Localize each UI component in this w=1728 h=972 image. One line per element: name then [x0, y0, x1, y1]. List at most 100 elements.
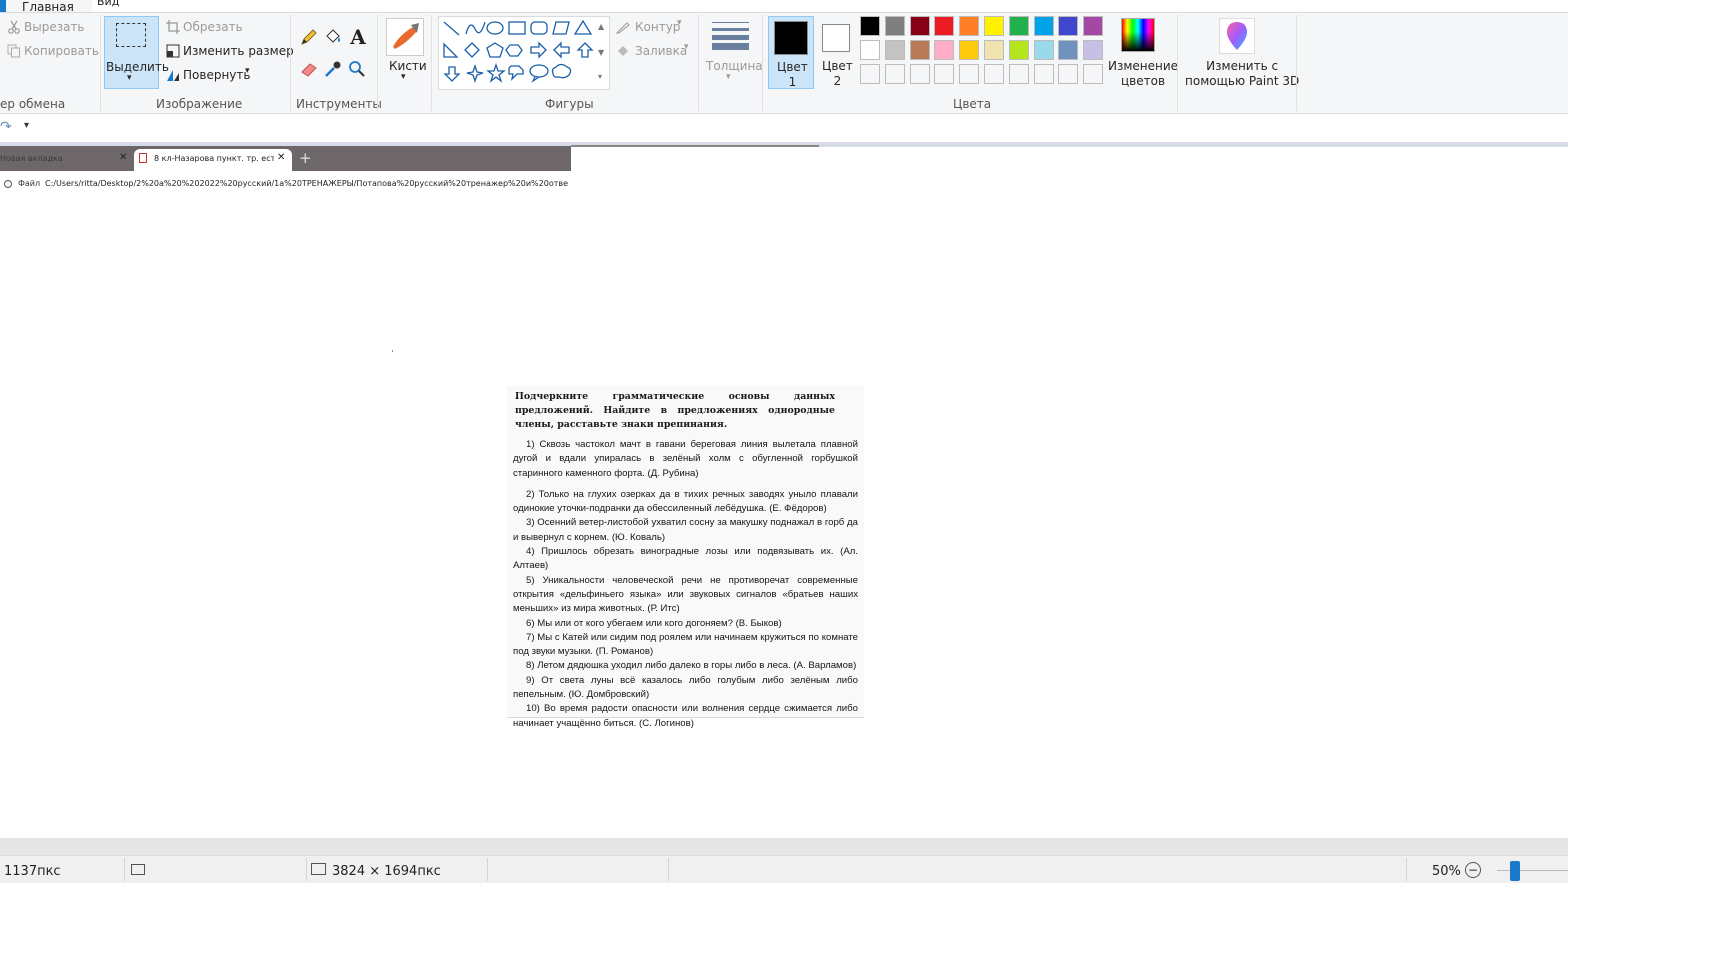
divider — [306, 858, 307, 881]
zoom-slider-thumb[interactable] — [1509, 861, 1520, 881]
eraser-icon[interactable] — [299, 59, 319, 79]
palette-custom-slot[interactable] — [860, 64, 880, 84]
palette-swatch[interactable] — [1008, 40, 1029, 60]
select-label: Выделить — [106, 60, 169, 74]
palette-swatch[interactable] — [1033, 16, 1054, 36]
palette-custom-slot[interactable] — [1033, 64, 1054, 84]
palette-swatch[interactable] — [934, 16, 955, 36]
svg-text:▲: ▲ — [598, 22, 605, 31]
zoom-out-icon[interactable]: − — [1465, 862, 1481, 878]
paint3d-button[interactable]: Изменить с помощью Paint 3D — [1183, 16, 1299, 89]
tab-home[interactable]: Главная — [0, 0, 92, 13]
zoom-slider-track[interactable] — [1497, 870, 1568, 871]
thickness-line-icon — [712, 35, 749, 40]
palette-swatch[interactable] — [1083, 16, 1104, 36]
divider — [1406, 858, 1407, 881]
outline-icon — [615, 19, 631, 35]
fill-bucket-icon[interactable] — [323, 27, 343, 47]
color-palette — [860, 16, 1108, 90]
palette-swatch[interactable] — [934, 40, 955, 60]
exercise-item: 10) Во время радости опасности или волне… — [513, 703, 858, 729]
palette-swatch[interactable] — [909, 16, 930, 36]
cut-button[interactable]: Вырезать — [24, 20, 85, 34]
fill-chevron-icon: ▾ — [684, 42, 689, 52]
browser-tab[interactable]: Новая вкладка ✕ — [0, 149, 130, 171]
palette-swatch[interactable] — [1083, 40, 1104, 60]
shapes-group-label: Фигуры — [545, 97, 594, 111]
paint3d-icon — [1219, 18, 1255, 54]
resize-button[interactable]: Изменить размер — [183, 44, 294, 58]
color2-button[interactable]: Цвет 2 — [818, 16, 856, 89]
shapes-gallery[interactable]: ▲ ▼ ▾ — [438, 16, 610, 90]
document-excerpt: Подчеркните грамматические основы данных… — [507, 386, 864, 729]
scissors-icon — [6, 19, 22, 35]
palette-swatch[interactable] — [984, 40, 1004, 60]
palette-swatch[interactable] — [860, 16, 880, 36]
divider — [1177, 15, 1178, 111]
exercise-item: 3) Осенний ветер-листобой ухватил сосну … — [513, 517, 858, 543]
copy-button[interactable]: Копировать — [24, 44, 99, 58]
close-icon[interactable]: ✕ — [277, 152, 285, 163]
palette-swatch[interactable] — [1058, 40, 1079, 60]
color1-swatch — [774, 21, 808, 55]
divider — [487, 858, 488, 881]
palette-custom-slot[interactable] — [984, 64, 1004, 84]
palette-custom-slot[interactable] — [1083, 64, 1104, 84]
quick-access-toolbar: ↷ ▾ — [0, 114, 1568, 142]
palette-custom-slot[interactable] — [884, 64, 905, 84]
palette-swatch[interactable] — [1008, 16, 1029, 36]
browser-tab-active[interactable]: 8 кл-Назарова пункт. тр. есть кл ✕ — [134, 149, 292, 171]
palette-swatch[interactable] — [909, 40, 930, 60]
color-picker-icon[interactable] — [323, 59, 343, 79]
magnifier-icon[interactable] — [347, 59, 367, 79]
color2-swatch — [822, 24, 850, 52]
edit-colors-label: Изменение цветов — [1108, 59, 1179, 88]
pencil-icon[interactable] — [299, 27, 319, 47]
palette-custom-slot[interactable] — [909, 64, 930, 84]
tools-group-label: Инструменты — [296, 97, 382, 111]
brush-icon — [386, 18, 424, 56]
exercise-item: 2) Только на глухих озерках да в тихих р… — [513, 488, 858, 515]
tab-view[interactable]: Вид — [97, 0, 119, 8]
fill-button[interactable]: Заливка — [635, 44, 687, 58]
exercise-item: 8) Летом дядюшка уходил либо далеко в го… — [526, 660, 857, 672]
select-button[interactable]: Выделить ▾ — [104, 16, 169, 89]
palette-swatch[interactable] — [984, 16, 1004, 36]
palette-swatch[interactable] — [884, 16, 905, 36]
thickness-button[interactable]: Толщина ▾ — [704, 16, 763, 89]
brushes-button[interactable]: Кисти ▾ — [384, 16, 427, 89]
divider — [431, 15, 432, 111]
new-tab-icon[interactable]: + — [299, 149, 312, 167]
exercise-list: 1) Сквозь частокол мачт в гавани берегов… — [513, 438, 858, 731]
redo-icon[interactable]: ↷ — [0, 119, 12, 135]
edit-colors-button[interactable]: Изменение цветов — [1108, 16, 1178, 89]
shapes-gallery-icons: ▲ ▼ ▾ — [443, 19, 605, 84]
close-icon[interactable]: ✕ — [119, 152, 127, 163]
tab-home-label: Главная — [22, 0, 74, 13]
paint3d-label: Изменить с помощью Paint 3D — [1185, 59, 1300, 88]
address-label: Файл — [18, 179, 41, 188]
palette-custom-slot[interactable] — [959, 64, 980, 84]
palette-swatch[interactable] — [884, 40, 905, 60]
palette-custom-slot[interactable] — [934, 64, 955, 84]
exercise-item: 9) От света луны всё казалось либо голуб… — [513, 674, 858, 701]
horizontal-scrollbar[interactable] — [0, 838, 1568, 855]
palette-swatch[interactable] — [1058, 16, 1079, 36]
ribbon-tab-strip: Главная Вид — [0, 0, 1568, 13]
palette-swatch[interactable] — [959, 40, 980, 60]
palette-custom-slot[interactable] — [1058, 64, 1079, 84]
palette-custom-slot[interactable] — [1008, 64, 1029, 84]
text-tool-icon[interactable]: A — [347, 25, 369, 49]
divider — [762, 15, 763, 111]
palette-swatch[interactable] — [959, 16, 980, 36]
outline-button[interactable]: Контур — [635, 20, 680, 34]
address-bar[interactable]: Файл C:/Users/ritta/Desktop/2%20a%20%202… — [0, 172, 571, 197]
color2-label: Цвет 2 — [822, 59, 853, 88]
palette-swatch[interactable] — [860, 40, 880, 60]
palette-swatch[interactable] — [1033, 40, 1054, 60]
color1-button[interactable]: Цвет 1 — [768, 16, 814, 89]
brushes-label: Кисти — [389, 59, 427, 73]
customize-qat-icon[interactable]: ▾ — [24, 120, 29, 131]
rotate-button[interactable]: Повернуть — [183, 68, 250, 82]
crop-button[interactable]: Обрезать — [183, 20, 243, 34]
